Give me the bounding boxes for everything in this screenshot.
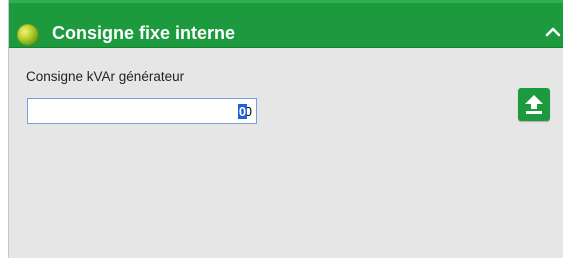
upload-setpoint-button[interactable] [518,88,550,121]
panel-header[interactable]: Consigne fixe interne [9,0,563,48]
selected-value-highlight: 0 [238,104,247,119]
header-top-line [9,0,563,3]
panel-title: Consigne fixe interne [52,23,236,43]
setpoint-panel: Consigne fixe interne Consigne kVAr géné… [8,0,563,258]
upload-arrow-icon [525,95,543,114]
chevron-up-icon[interactable] [545,24,561,40]
kvar-setpoint-input[interactable] [27,98,257,124]
green-status-orb-icon [17,24,39,46]
kvar-setpoint-label: Consigne kVAr générateur [26,69,185,84]
